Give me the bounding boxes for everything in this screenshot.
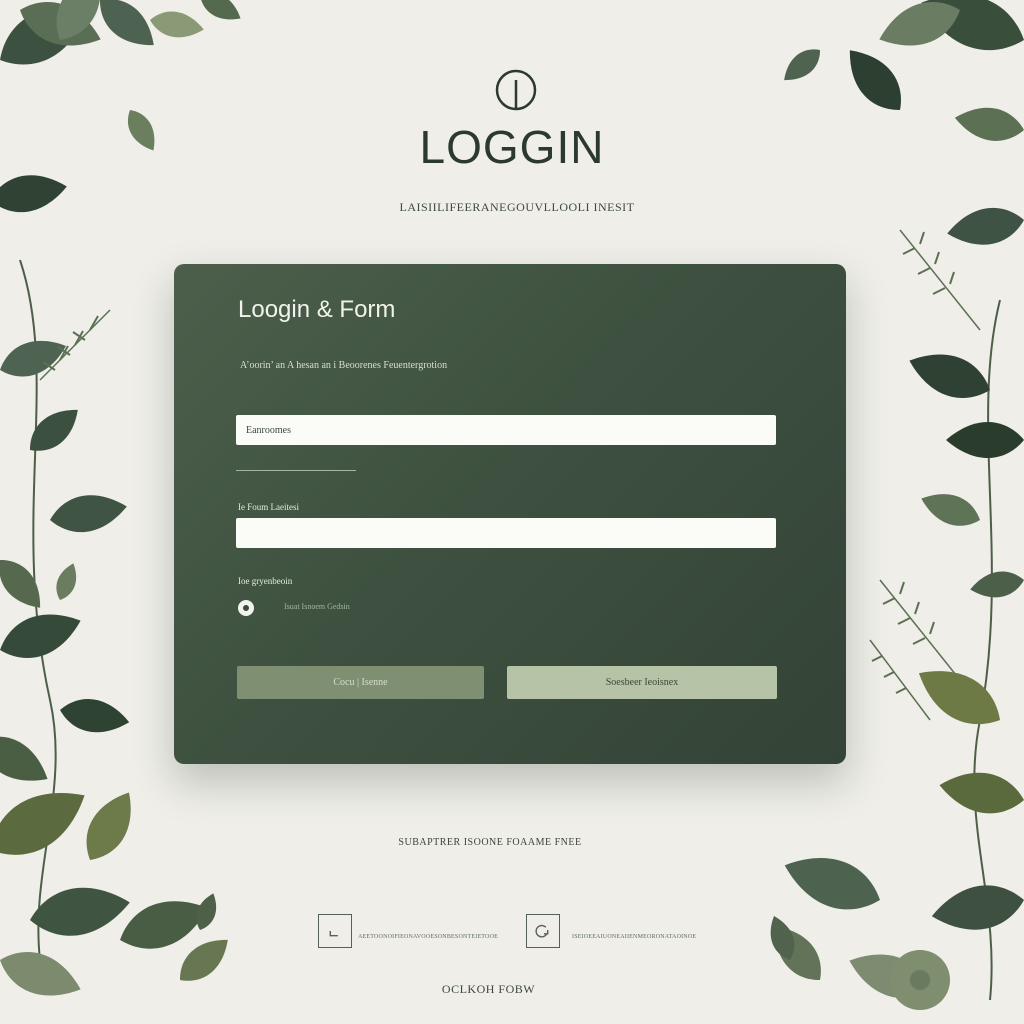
login-card: Loogin & Form A’oorin’ an A hesan an i B… [174,264,846,764]
foliage-top-left [0,0,246,218]
foliage-bottom-left [0,773,238,1008]
social-text-2: ISEIOEEAIUONEAIIENMEORONATAOINOE [572,934,697,940]
footer-bottom-text: OCLKOH FOBW [441,982,536,996]
foliage-left [0,259,132,961]
footer-note: SUBAPTRER ISOONE FOAAME FNEE [398,837,582,848]
refresh-icon[interactable] [526,914,560,948]
password-input[interactable] [236,518,776,548]
username-input[interactable] [236,415,776,445]
submit-button[interactable]: Soesbeer Ieoisnex [507,666,777,699]
card-description: A’oorin’ an A hesan an i Beoorenes Feuen… [240,360,448,371]
social-text-1: AEETOONOIFIEONAVOOESONBESONTEIETOOE [358,934,498,940]
field-divider [236,470,356,471]
cancel-button[interactable]: Cocu | Isenne [237,666,484,699]
brand-tagline: LAISIILIFEERANEGOUVLLOOLI INESIT [399,200,635,214]
card-title: Loogin & Form [238,296,396,323]
remember-radio[interactable] [238,600,254,616]
foliage-right [869,299,1024,1001]
remember-label: Ioe gryenbeoin [238,576,293,586]
password-label: Ie Foum Laeitesi [238,502,299,512]
remember-text: Isuat Isnoem Gedsin [284,602,350,611]
corner-arrow-icon[interactable] [318,914,352,948]
brand-title: LOGGIN [419,121,605,173]
circle-stem-logo-icon [495,69,537,111]
